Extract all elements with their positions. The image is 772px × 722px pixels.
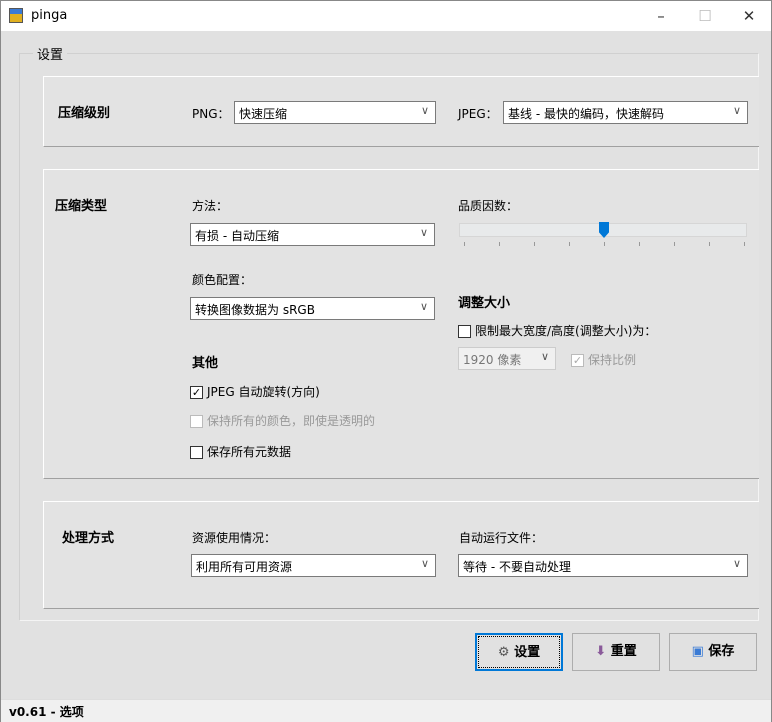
jpeg-select-value: 基线 - 最快的编码，快速解码 xyxy=(508,107,664,121)
resource-label: 资源使用情况： xyxy=(192,531,277,545)
settings-group-label: 设置 xyxy=(33,44,68,63)
checkbox-icon xyxy=(190,415,203,428)
compression-level-heading: 压缩级别 xyxy=(58,106,111,121)
chevron-down-icon: ∨ xyxy=(420,557,429,570)
slider-tick xyxy=(569,242,570,246)
chevron-down-icon: ∨ xyxy=(420,104,429,117)
chevron-down-icon: ∨ xyxy=(419,226,428,239)
color-select[interactable]: 转换图像数据为 sRGB ∨ xyxy=(190,297,435,320)
resource-value: 利用所有可用资源 xyxy=(196,560,293,574)
metadata-label: 保存所有元数据 xyxy=(207,445,292,459)
method-value: 有损 - 自动压缩 xyxy=(195,229,279,243)
save-button[interactable]: ▣ 保存 xyxy=(669,633,757,671)
arrow-down-icon: ⬇ xyxy=(595,644,607,659)
reset-button-label: 重置 xyxy=(610,644,637,659)
resize-limit-label: 限制最大宽度/高度(调整大小)为： xyxy=(475,324,657,338)
slider-tick xyxy=(639,242,640,246)
app-icon xyxy=(9,8,23,23)
auto-value: 等待 - 不要自动处理 xyxy=(463,560,571,574)
png-select-value: 快速压缩 xyxy=(239,107,288,121)
status-bar: v0.61 - 选项 xyxy=(1,699,771,722)
floppy-disk-icon: ▣ xyxy=(691,644,704,659)
resize-heading: 调整大小 xyxy=(458,296,511,311)
resize-size-value: 1920 像素 xyxy=(463,353,522,367)
settings-button[interactable]: ⚙ 设置 xyxy=(475,633,563,671)
checkbox-checked-icon: ✓ xyxy=(190,386,203,399)
slider-tick xyxy=(534,242,535,246)
resize-size-select[interactable]: 1920 像素 ∨ xyxy=(458,347,556,370)
jpeg-label: JPEG： xyxy=(458,107,498,121)
close-button[interactable]: ✕ xyxy=(727,3,771,29)
method-label: 方法： xyxy=(192,199,229,213)
slider-tick xyxy=(709,242,710,246)
status-text: v0.61 - 选项 xyxy=(9,705,84,719)
quality-label: 品质因数： xyxy=(458,199,519,213)
slider-tick xyxy=(499,242,500,246)
keep-ratio-checkbox[interactable]: ✓ 保持比例 xyxy=(571,351,636,368)
slider-tick xyxy=(744,242,745,246)
title-bar: pinga – ☐ ✕ xyxy=(1,1,771,31)
minimize-button[interactable]: – xyxy=(639,3,683,29)
keep-ratio-label: 保持比例 xyxy=(588,353,637,367)
method-select[interactable]: 有损 - 自动压缩 ∨ xyxy=(190,223,435,246)
window-title: pinga xyxy=(31,8,68,23)
keep-colors-label: 保持所有的颜色，即使是透明的 xyxy=(207,414,376,428)
slider-tick xyxy=(464,242,465,246)
rotate-label: JPEG 自动旋转(方向) xyxy=(207,385,320,399)
auto-select[interactable]: 等待 - 不要自动处理 ∨ xyxy=(458,554,748,577)
chevron-down-icon: ∨ xyxy=(732,557,741,570)
resize-limit-checkbox[interactable]: 限制最大宽度/高度(调整大小)为： xyxy=(458,322,656,339)
metadata-checkbox[interactable]: 保存所有元数据 xyxy=(190,443,291,460)
chevron-down-icon: ∨ xyxy=(419,300,428,313)
checkbox-icon xyxy=(190,446,203,459)
keep-colors-checkbox[interactable]: 保持所有的颜色，即使是透明的 xyxy=(190,412,375,429)
chevron-down-icon: ∨ xyxy=(732,104,741,117)
checkbox-checked-icon: ✓ xyxy=(571,354,584,367)
maximize-button[interactable]: ☐ xyxy=(683,3,727,29)
settings-button-label: 设置 xyxy=(514,645,541,660)
other-heading: 其他 xyxy=(192,356,219,371)
reset-button[interactable]: ⬇ 重置 xyxy=(572,633,660,671)
processing-panel: 处理方式 资源使用情况： 利用所有可用资源 ∨ 自动运行文件： 等待 - 不要自动… xyxy=(43,501,759,609)
compression-level-panel: 压缩级别 PNG： 快速压缩 ∨ JPEG： 基线 - 最快的编码，快速解码 ∨ xyxy=(43,76,759,147)
jpeg-select[interactable]: 基线 - 最快的编码，快速解码 ∨ xyxy=(503,101,748,124)
processing-heading: 处理方式 xyxy=(62,531,115,546)
png-label: PNG： xyxy=(192,107,230,121)
compression-type-heading: 压缩类型 xyxy=(55,199,108,214)
png-select[interactable]: 快速压缩 ∨ xyxy=(234,101,436,124)
color-value: 转换图像数据为 sRGB xyxy=(195,303,315,317)
auto-label: 自动运行文件： xyxy=(459,531,544,545)
resource-select[interactable]: 利用所有可用资源 ∨ xyxy=(191,554,436,577)
gear-icon: ⚙ xyxy=(497,645,510,660)
color-label: 颜色配置： xyxy=(192,273,253,287)
checkbox-icon xyxy=(458,325,471,338)
slider-tick xyxy=(604,242,605,246)
chevron-down-icon: ∨ xyxy=(540,350,549,363)
slider-tick xyxy=(674,242,675,246)
save-button-label: 保存 xyxy=(708,644,735,659)
rotate-checkbox[interactable]: ✓ JPEG 自动旋转(方向) xyxy=(190,383,320,400)
